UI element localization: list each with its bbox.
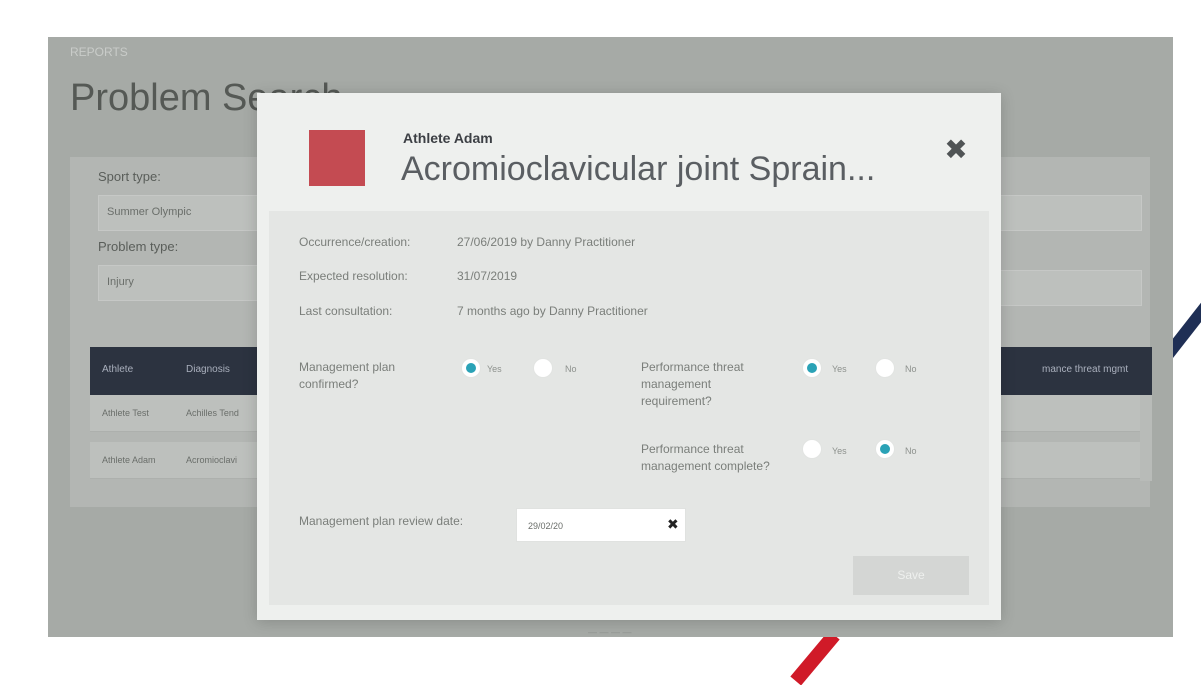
last-consultation-label: Last consultation: [299, 304, 393, 318]
threat-complete-no-radio[interactable] [875, 439, 895, 459]
save-button[interactable]: Save [853, 556, 969, 595]
problem-color-swatch [309, 130, 365, 186]
threat-requirement-no-label: No [905, 364, 917, 374]
review-date-field[interactable]: 29/02/20 ✖ [516, 508, 686, 542]
last-consultation-value: 7 months ago by Danny Practitioner [457, 304, 648, 318]
table-scrollbar[interactable] [1140, 395, 1152, 481]
review-date-value: 29/02/20 [528, 521, 564, 531]
problem-type-select[interactable]: Injury [98, 265, 268, 301]
col-threat-mgmt[interactable]: mance threat mgmt [1042, 364, 1128, 375]
decorative-red-stripe [790, 630, 840, 685]
modal-body: Athlete Adam Acromioclavicular joint Spr… [269, 105, 989, 605]
review-date-label: Management plan review date: [299, 514, 464, 528]
plan-confirmed-no-label: No [565, 364, 577, 374]
plan-confirmed-yes-radio[interactable] [461, 358, 481, 378]
filter-input-right-1[interactable] [998, 195, 1142, 231]
col-athlete[interactable]: Athlete [102, 364, 133, 375]
threat-complete-yes-radio[interactable] [802, 439, 822, 459]
problem-detail-modal: Athlete Adam Acromioclavicular joint Spr… [257, 93, 1001, 620]
col-diagnosis[interactable]: Diagnosis [186, 364, 230, 375]
filter-input-right-2[interactable] [998, 270, 1142, 306]
plan-confirmed-no-radio[interactable] [533, 358, 553, 378]
threat-requirement-yes-radio[interactable] [802, 358, 822, 378]
problem-type-label: Problem type: [98, 239, 179, 254]
threat-requirement-label: Performance threat management requiremen… [641, 360, 744, 408]
threat-requirement-no-radio[interactable] [875, 358, 895, 378]
pagination[interactable]: — — — — [588, 627, 632, 637]
sport-type-select[interactable]: Summer Olympic [98, 195, 268, 231]
cell-athlete: Athlete Test [102, 408, 149, 418]
plan-confirmed-yes-label: Yes [487, 364, 502, 374]
occurrence-value: 27/06/2019 by Danny Practitioner [457, 235, 636, 249]
threat-complete-label: Performance threat management complete? [641, 442, 770, 473]
breadcrumb: REPORTS [70, 45, 128, 59]
expected-resolution-value: 31/07/2019 [457, 269, 518, 283]
threat-complete-yes-label: Yes [832, 446, 847, 456]
close-icon[interactable]: ✖ [941, 135, 971, 165]
cell-diagnosis: Achilles Tend [186, 408, 239, 418]
sport-type-label: Sport type: [98, 169, 161, 184]
problem-title: Acromioclavicular joint Sprain... [401, 150, 876, 188]
plan-confirmed-label: Management plan confirmed? [299, 360, 396, 391]
clear-date-icon[interactable]: ✖ [667, 516, 679, 533]
athlete-name: Athlete Adam [403, 130, 493, 146]
modal-header: Athlete Adam Acromioclavicular joint Spr… [269, 105, 989, 211]
expected-resolution-label: Expected resolution: [299, 269, 408, 283]
threat-requirement-yes-label: Yes [832, 364, 847, 374]
cell-diagnosis: Acromioclavi [186, 455, 238, 465]
threat-complete-no-label: No [905, 446, 917, 456]
occurrence-label: Occurrence/creation: [299, 235, 411, 249]
cell-athlete: Athlete Adam [102, 455, 156, 465]
